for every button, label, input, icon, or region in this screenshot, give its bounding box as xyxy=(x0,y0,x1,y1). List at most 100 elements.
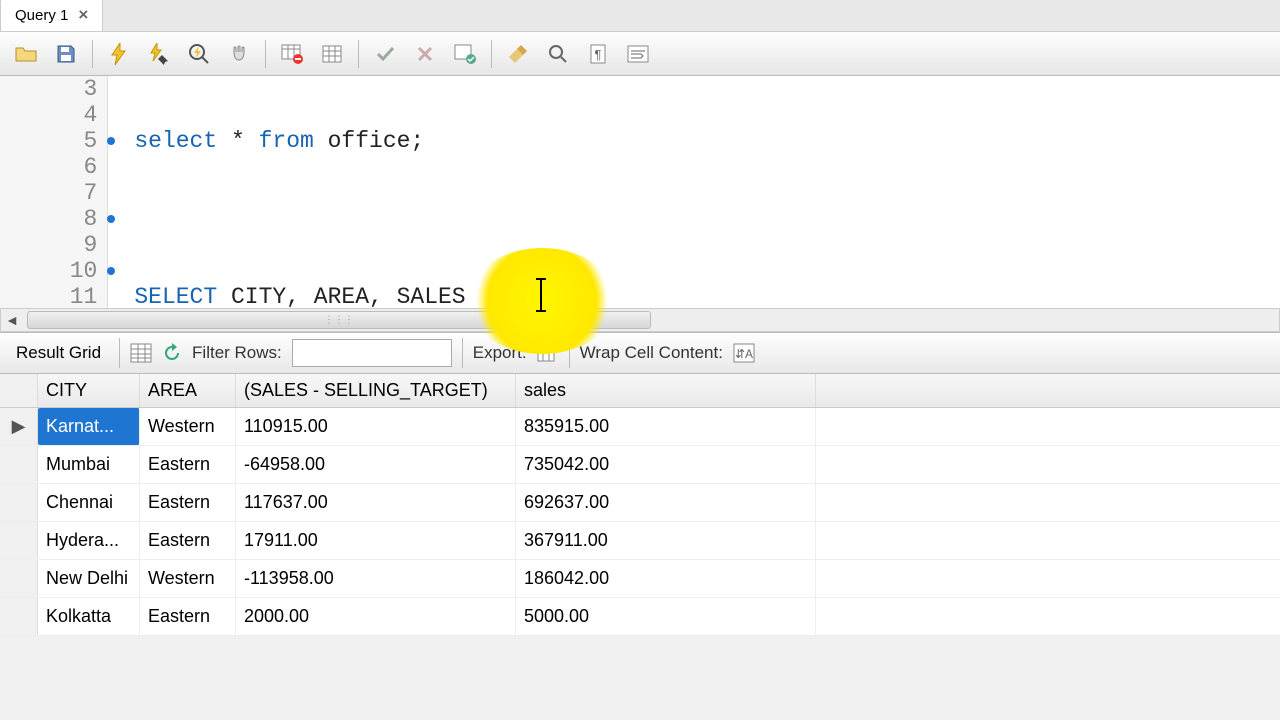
toolbar-separator xyxy=(462,338,463,368)
toolbar: ¶ xyxy=(0,32,1280,76)
row-marker[interactable] xyxy=(0,598,38,635)
cell-area[interactable]: Western xyxy=(140,560,236,597)
wrap-cell-label: Wrap Cell Content: xyxy=(580,343,723,363)
cell-calc[interactable]: -113958.00 xyxy=(236,560,516,597)
beautify-button[interactable] xyxy=(500,37,536,71)
cell-sales[interactable]: 735042.00 xyxy=(516,446,816,483)
row-marker[interactable] xyxy=(0,560,38,597)
table-row[interactable]: ▶Karnat...Western110915.00835915.00 xyxy=(0,408,1280,446)
cell-calc[interactable]: 110915.00 xyxy=(236,408,516,445)
autocommit-button[interactable] xyxy=(447,37,483,71)
execute-button[interactable] xyxy=(101,37,137,71)
export-label: Export: xyxy=(473,343,527,363)
toolbar-separator xyxy=(92,40,93,68)
line-number: 10 xyxy=(0,258,97,284)
toolbar-separator xyxy=(119,338,120,368)
cell-city[interactable]: Chennai xyxy=(38,484,140,521)
search-icon xyxy=(548,44,568,64)
line-number: 6 xyxy=(0,154,97,180)
cell-calc[interactable]: 17911.00 xyxy=(236,522,516,559)
cell-sales[interactable]: 692637.00 xyxy=(516,484,816,521)
execute-current-button[interactable] xyxy=(141,37,177,71)
cell-sales[interactable]: 835915.00 xyxy=(516,408,816,445)
column-header-city[interactable]: CITY xyxy=(38,374,140,407)
cell-area[interactable]: Western xyxy=(140,408,236,445)
grid-cancel-icon xyxy=(281,44,303,64)
wrap-cell-icon[interactable]: ⇵A xyxy=(733,343,755,363)
column-header-area[interactable]: AREA xyxy=(140,374,236,407)
stop-hand-icon xyxy=(229,44,249,64)
wrap-icon xyxy=(627,45,649,63)
line-number: 11 xyxy=(0,284,97,308)
toggle-invisible-button[interactable]: ¶ xyxy=(580,37,616,71)
lightning-icon xyxy=(109,43,129,65)
explain-button[interactable] xyxy=(181,37,217,71)
save-icon xyxy=(56,44,76,64)
broom-icon xyxy=(507,43,529,65)
cell-sales[interactable]: 367911.00 xyxy=(516,522,816,559)
commit-button[interactable] xyxy=(367,37,403,71)
cell-calc[interactable]: 2000.00 xyxy=(236,598,516,635)
cancel-query-button[interactable] xyxy=(274,37,310,71)
cell-sales[interactable]: 186042.00 xyxy=(516,560,816,597)
toggle-result-button[interactable] xyxy=(314,37,350,71)
line-number: 5 xyxy=(0,128,97,154)
cell-area[interactable]: Eastern xyxy=(140,446,236,483)
cell-city[interactable]: Karnat... xyxy=(38,408,140,445)
save-button[interactable] xyxy=(48,37,84,71)
table-row[interactable]: ChennaiEastern117637.00692637.00 xyxy=(0,484,1280,522)
close-icon[interactable]: × xyxy=(78,5,88,25)
cell-city[interactable]: New Delhi xyxy=(38,560,140,597)
cell-sales[interactable]: 5000.00 xyxy=(516,598,816,635)
stop-button[interactable] xyxy=(221,37,257,71)
pilcrow-icon: ¶ xyxy=(589,44,607,64)
cell-city[interactable]: Mumbai xyxy=(38,446,140,483)
cell-city[interactable]: Kolkatta xyxy=(38,598,140,635)
table-row[interactable]: KolkattaEastern2000.005000.00 xyxy=(0,598,1280,636)
cell-area[interactable]: Eastern xyxy=(140,598,236,635)
line-number: 4 xyxy=(0,102,97,128)
filter-rows-input[interactable] xyxy=(292,339,452,367)
cell-city[interactable]: Hydera... xyxy=(38,522,140,559)
autocommit-icon xyxy=(454,44,476,64)
cell-area[interactable]: Eastern xyxy=(140,522,236,559)
export-icon[interactable] xyxy=(537,343,559,363)
toolbar-separator xyxy=(265,40,266,68)
horizontal-scrollbar[interactable]: ◄ ⋮⋮⋮ xyxy=(0,308,1280,332)
cell-area[interactable]: Eastern xyxy=(140,484,236,521)
line-gutter: 3 4 5 6 7 8 9 10 11 xyxy=(0,76,108,308)
scroll-left-icon[interactable]: ◄ xyxy=(1,309,23,331)
scroll-thumb[interactable]: ⋮⋮⋮ xyxy=(27,311,651,329)
grid-icon xyxy=(322,45,342,63)
result-grid-label: Result Grid xyxy=(16,343,101,363)
toolbar-separator xyxy=(569,338,570,368)
svg-text:¶: ¶ xyxy=(595,47,602,62)
table-row[interactable]: Hydera...Eastern17911.00367911.00 xyxy=(0,522,1280,560)
cross-icon xyxy=(415,44,435,64)
column-header-sales[interactable]: sales xyxy=(516,374,816,407)
row-marker[interactable] xyxy=(0,446,38,483)
column-header-calc[interactable]: (SALES - SELLING_TARGET) xyxy=(236,374,516,407)
tab-query1[interactable]: Query 1 × xyxy=(0,0,103,31)
filter-rows-label: Filter Rows: xyxy=(192,343,282,363)
table-row[interactable]: MumbaiEastern-64958.00735042.00 xyxy=(0,446,1280,484)
open-file-button[interactable] xyxy=(8,37,44,71)
find-button[interactable] xyxy=(540,37,576,71)
row-marker[interactable] xyxy=(0,522,38,559)
cell-calc[interactable]: 117637.00 xyxy=(236,484,516,521)
table-row[interactable]: New DelhiWestern-113958.00186042.00 xyxy=(0,560,1280,598)
refresh-icon[interactable] xyxy=(162,343,182,363)
line-number: 3 xyxy=(0,76,97,102)
code-pane[interactable]: select * from office; SELECT CITY, AREA,… xyxy=(108,76,1280,308)
tab-bar: Query 1 × xyxy=(0,0,1280,32)
row-marker[interactable]: ▶ xyxy=(0,408,38,445)
toggle-wrap-button[interactable] xyxy=(620,37,656,71)
sql-editor[interactable]: 3 4 5 6 7 8 9 10 11 select * from office… xyxy=(0,76,1280,308)
result-grid[interactable]: CITY AREA (SALES - SELLING_TARGET) sales… xyxy=(0,374,1280,636)
line-number: 8 xyxy=(0,206,97,232)
rollback-button[interactable] xyxy=(407,37,443,71)
result-grid-icon[interactable] xyxy=(130,343,152,363)
cell-calc[interactable]: -64958.00 xyxy=(236,446,516,483)
result-grid-tab[interactable]: Result Grid xyxy=(8,339,109,367)
row-marker[interactable] xyxy=(0,484,38,521)
